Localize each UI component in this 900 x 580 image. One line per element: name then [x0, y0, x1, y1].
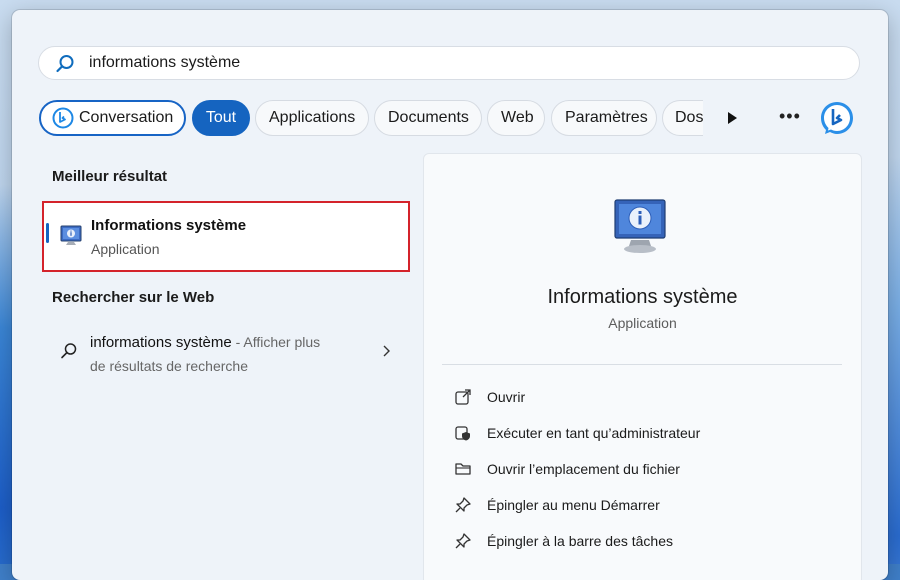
- detail-title: Informations système: [547, 286, 738, 308]
- action-label: Épingler à la barre des tâches: [487, 533, 673, 549]
- start-search-panel: informations système Conversation Tout A…: [12, 10, 888, 580]
- filter-settings[interactable]: Paramètres: [551, 100, 657, 136]
- more-options-icon[interactable]: •••: [779, 106, 801, 127]
- selection-indicator: [46, 223, 49, 243]
- conversation-button[interactable]: Conversation: [39, 100, 186, 136]
- web-search-hint-continued: de résultats de recherche: [90, 358, 248, 374]
- action-pin-to-taskbar[interactable]: Épingler à la barre des tâches: [454, 530, 834, 554]
- shield-icon: [455, 426, 470, 441]
- action-open-file-location[interactable]: Ouvrir l’emplacement du fichier: [454, 458, 834, 482]
- conversation-label: Conversation: [79, 109, 174, 126]
- web-search-hint: - Afficher plus: [231, 334, 321, 350]
- action-pin-to-start[interactable]: Épingler au menu Démarrer: [454, 494, 834, 518]
- action-label: Exécuter en tant qu’administrateur: [487, 425, 701, 441]
- pin-icon: [455, 533, 471, 549]
- system-information-icon: [614, 199, 666, 253]
- open-external-icon: [455, 389, 471, 405]
- system-information-icon: [60, 225, 82, 245]
- search-box[interactable]: informations système: [38, 46, 860, 80]
- search-icon: [56, 55, 74, 73]
- detail-type: Application: [608, 315, 677, 331]
- bing-icon[interactable]: [819, 100, 855, 136]
- web-search-text: informations système - Afficher plus: [90, 334, 320, 351]
- filter-all[interactable]: Tout: [192, 100, 250, 136]
- scroll-right-icon[interactable]: [725, 110, 739, 126]
- filter-folders[interactable]: Dos: [662, 100, 703, 136]
- divider: [442, 364, 842, 365]
- chevron-right-icon[interactable]: [381, 344, 391, 358]
- filter-bar: Conversation Tout Applications Documents…: [39, 100, 859, 138]
- action-label: Ouvrir l’emplacement du fichier: [487, 461, 680, 477]
- action-open[interactable]: Ouvrir: [454, 386, 834, 410]
- search-icon: [61, 343, 77, 359]
- detail-pane: Informations système Application Ouvrir …: [423, 153, 862, 580]
- action-label: Ouvrir: [487, 389, 526, 405]
- web-search-heading: Rechercher sur le Web: [52, 289, 215, 306]
- action-label: Épingler au menu Démarrer: [487, 497, 660, 513]
- best-result-title: Informations système: [91, 217, 247, 234]
- filter-apps[interactable]: Applications: [255, 100, 369, 136]
- web-search-item[interactable]: informations système - Afficher plus de …: [52, 330, 402, 382]
- pin-icon: [455, 497, 471, 513]
- folder-icon: [455, 463, 471, 475]
- search-input[interactable]: informations système: [89, 54, 240, 72]
- best-result-heading: Meilleur résultat: [52, 168, 168, 185]
- filter-web[interactable]: Web: [487, 100, 545, 136]
- web-search-query: informations système: [90, 334, 232, 351]
- filter-documents[interactable]: Documents: [374, 100, 482, 136]
- best-result-item[interactable]: Informations système Application: [42, 201, 410, 272]
- action-run-as-admin[interactable]: Exécuter en tant qu’administrateur: [454, 422, 834, 446]
- bing-chat-icon: [52, 107, 74, 129]
- best-result-type: Application: [91, 241, 160, 257]
